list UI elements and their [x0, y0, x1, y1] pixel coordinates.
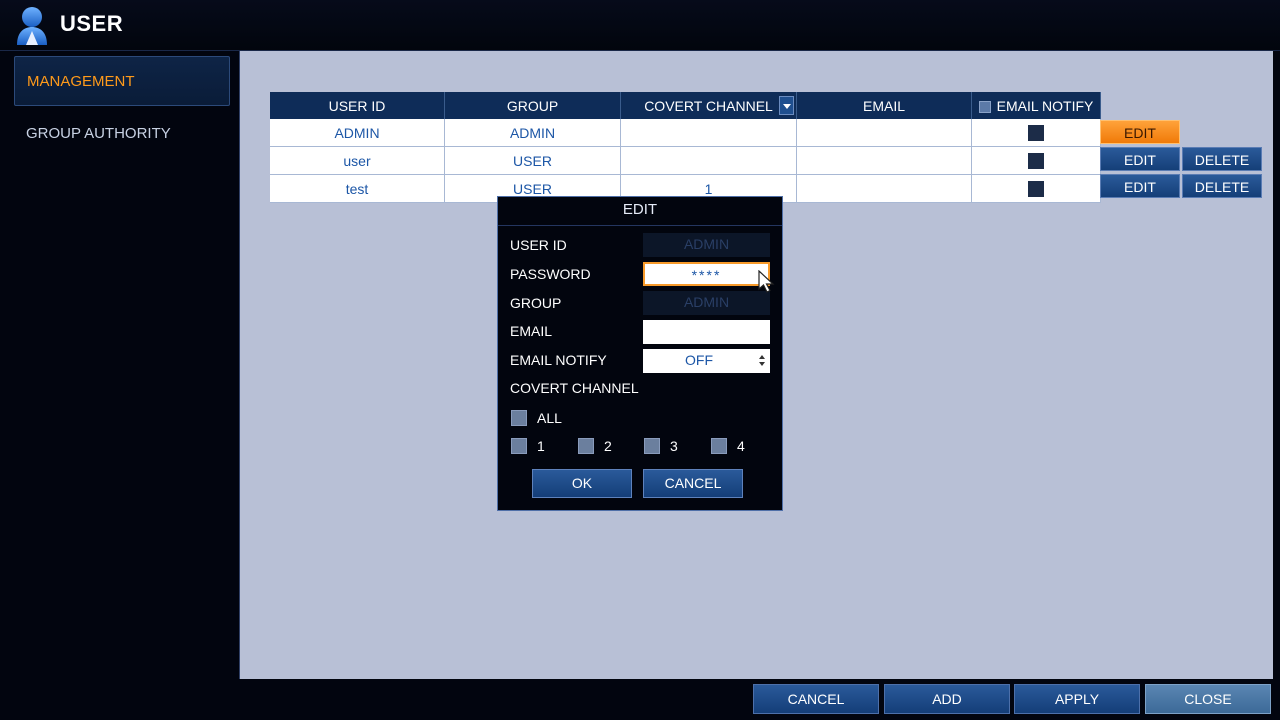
cell-covert-channel [620, 119, 797, 147]
channel-1-label: 1 [537, 438, 545, 454]
channel-all-label: ALL [537, 410, 562, 426]
header-email-notify-label: EMAIL NOTIFY [996, 97, 1094, 114]
edit-user-button[interactable]: EDIT [1100, 147, 1180, 171]
channel-4-checkbox[interactable] [711, 438, 727, 454]
cell-email [796, 119, 972, 147]
sidebar: MANAGEMENT GROUP AUTHORITY [0, 51, 238, 679]
add-button[interactable]: ADD [884, 684, 1010, 714]
cell-user-id: user [270, 146, 445, 175]
edit-admin-button[interactable]: EDIT [1100, 120, 1180, 144]
email-label: EMAIL [510, 323, 553, 339]
channel-2-label: 2 [604, 438, 612, 454]
cell-email [796, 146, 972, 175]
email-notify-value: OFF [685, 352, 713, 368]
cell-email-notify [971, 119, 1101, 147]
channel-1-checkbox[interactable] [511, 438, 527, 454]
channel-2-checkbox[interactable] [578, 438, 594, 454]
cell-user-id: test [270, 174, 445, 203]
cell-group: ADMIN [444, 119, 621, 147]
email-notify-all-checkbox[interactable] [978, 100, 991, 113]
page-title: USER [60, 11, 124, 36]
title-bar: USER [0, 0, 1280, 51]
dialog-cancel-button[interactable]: CANCEL [643, 469, 743, 498]
channel-3-checkbox[interactable] [644, 438, 660, 454]
channel-all-checkbox[interactable] [511, 410, 527, 426]
close-button[interactable]: CLOSE [1145, 684, 1271, 714]
group-label: GROUP [510, 295, 562, 311]
edit-test-button[interactable]: EDIT [1100, 174, 1180, 198]
cell-email [796, 174, 972, 203]
email-notify-checkbox[interactable] [1028, 153, 1044, 170]
table-row[interactable]: ADMIN ADMIN [270, 119, 1101, 147]
apply-button[interactable]: APPLY [1014, 684, 1140, 714]
bottom-bar: CANCEL ADD APPLY CLOSE [0, 680, 1280, 720]
ok-button[interactable]: OK [532, 469, 632, 498]
mouse-pointer-icon [758, 270, 775, 293]
password-label: PASSWORD [510, 266, 591, 282]
users-table: USER ID GROUP COVERT CHANNEL EMAIL EMAIL… [270, 92, 1101, 203]
cell-group: USER [444, 146, 621, 175]
password-field[interactable]: **** [643, 262, 770, 286]
email-field[interactable] [643, 320, 770, 344]
user-id-field: ADMIN [643, 233, 770, 257]
cell-user-id: ADMIN [270, 119, 445, 147]
spinner-down-icon [759, 362, 765, 366]
email-notify-checkbox[interactable] [1028, 125, 1044, 142]
spinner-up-icon [759, 355, 765, 359]
covert-channel-label: COVERT CHANNEL [510, 380, 639, 396]
email-notify-label: EMAIL NOTIFY [510, 352, 607, 368]
dialog-title: EDIT [498, 197, 782, 226]
channel-4-label: 4 [737, 438, 745, 454]
header-email[interactable]: EMAIL [796, 92, 972, 119]
email-notify-select[interactable]: OFF [643, 349, 770, 373]
header-covert-channel[interactable]: COVERT CHANNEL [620, 92, 797, 119]
user-id-label: USER ID [510, 237, 567, 253]
delete-test-button[interactable]: DELETE [1182, 174, 1262, 198]
cell-email-notify [971, 174, 1101, 203]
header-user-id[interactable]: USER ID [270, 92, 445, 119]
table-header-row: USER ID GROUP COVERT CHANNEL EMAIL EMAIL… [270, 92, 1101, 119]
channel-3-label: 3 [670, 438, 678, 454]
chevron-down-icon[interactable] [779, 96, 794, 115]
cell-email-notify [971, 146, 1101, 175]
header-group[interactable]: GROUP [444, 92, 621, 119]
cancel-button[interactable]: CANCEL [753, 684, 879, 714]
email-notify-checkbox[interactable] [1028, 181, 1044, 198]
header-covert-channel-label: COVERT CHANNEL [644, 97, 773, 114]
table-row[interactable]: user USER [270, 146, 1101, 175]
cell-covert-channel [620, 146, 797, 175]
sidebar-item-management[interactable]: MANAGEMENT [14, 56, 230, 106]
edit-dialog: EDIT USER ID ADMIN PASSWORD **** GROUP A… [497, 196, 783, 511]
header-email-notify[interactable]: EMAIL NOTIFY [971, 92, 1101, 119]
sidebar-item-group-authority[interactable]: GROUP AUTHORITY [14, 109, 230, 159]
user-icon [17, 7, 47, 45]
group-field: ADMIN [643, 291, 770, 315]
delete-user-button[interactable]: DELETE [1182, 147, 1262, 171]
